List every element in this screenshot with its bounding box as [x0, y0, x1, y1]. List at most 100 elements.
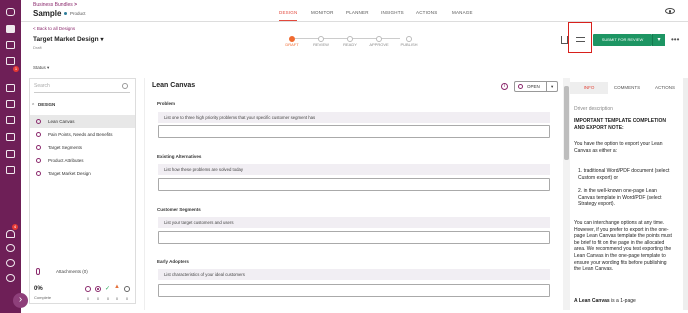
question-label: Problem [157, 101, 176, 106]
sidebar-item-target-segments[interactable]: Target Segments [30, 141, 135, 154]
step-approve-dot [376, 35, 382, 42]
sidebar-item-pain-points[interactable]: Pain Points, Needs and Benefits [30, 128, 135, 141]
sidebar-item-target-market-design[interactable]: Target Market Design [30, 167, 135, 180]
settings-icon[interactable] [6, 259, 15, 267]
tab-insights[interactable]: INSIGHTS [381, 10, 404, 15]
tab-actions-panel[interactable]: ACTIONS [646, 82, 684, 94]
step-review: REVIEW [313, 42, 329, 47]
step-draft: DRAFT [285, 42, 299, 47]
panel-scrollbar[interactable] [683, 78, 688, 310]
para1: You have the option to export your Lean … [574, 141, 663, 154]
users-icon[interactable] [6, 166, 15, 174]
circle-icon [36, 171, 41, 176]
circle-icon [36, 132, 41, 137]
expand-nav-button[interactable]: › [13, 293, 28, 308]
page-title: Sample [33, 9, 62, 18]
driver-heading: Driver description [574, 106, 613, 112]
profile-icon[interactable] [6, 274, 15, 282]
question-label: Customer Segments [157, 207, 201, 212]
complete-check-icon: ✓ [105, 286, 111, 292]
top-header: Business Bundles > Sample Product DESIGN… [21, 0, 688, 22]
count-in-progress: 0 [96, 296, 100, 301]
collapse-icon[interactable]: ⌃ [31, 103, 35, 109]
section-label: DESIGN [38, 102, 56, 107]
breadcrumb[interactable]: Business Bundles > [33, 2, 77, 8]
search-icon[interactable] [122, 83, 128, 89]
open-status-dropdown[interactable]: OPEN ▾ [514, 81, 558, 92]
design-title[interactable]: Target Market Design ▾ [33, 36, 103, 43]
step-review-dot [318, 35, 324, 42]
count-blocked: 0 [125, 296, 129, 301]
document-icon[interactable] [6, 100, 15, 108]
info-panel: INFO COMMENTS ACTIONS Driver description… [570, 78, 685, 310]
left-nav: 1 4 [0, 0, 21, 313]
product-dot-icon [64, 12, 67, 15]
product-label: Product [70, 11, 86, 16]
step-ready: READY [343, 42, 357, 47]
sidebar-item-product-attributes[interactable]: Product Attributes [30, 154, 135, 167]
filter-icon[interactable] [576, 37, 585, 39]
search-input[interactable]: Search [34, 83, 130, 93]
customer-segments-input[interactable] [158, 231, 550, 244]
design-state: Draft [33, 45, 42, 50]
attachments-label[interactable]: Attachments (0) [56, 269, 88, 274]
info-icon[interactable]: i [501, 83, 508, 90]
bell-icon[interactable] [6, 230, 15, 238]
canvas-title: Lean Canvas [152, 82, 196, 89]
back-link[interactable]: < Back to all Designs [33, 26, 75, 31]
circle-icon [36, 158, 41, 163]
step-ready-dot [347, 35, 353, 42]
tab-monitor[interactable]: MONITOR [311, 10, 334, 15]
circle-icon [36, 145, 41, 150]
list-item-2: 2. in the well-known one-page Lean Canva… [578, 188, 662, 208]
tab-design[interactable]: DESIGN [279, 10, 298, 21]
filter-icon-line [576, 41, 585, 43]
sidebar: Search ⌃ DESIGN Lean Canvas Pain Points,… [29, 78, 136, 304]
not-started-icon [85, 286, 91, 292]
count-warning: 0 [115, 296, 119, 301]
question-label: Existing Alternatives [157, 154, 202, 159]
step-publish: PUBLISH [400, 42, 418, 47]
warning-icon: ▲ [114, 284, 120, 290]
para2: You can interchange options at any time.… [574, 220, 672, 273]
export-icon[interactable] [561, 36, 568, 44]
scrollbar-thumb[interactable] [564, 86, 569, 160]
paperclip-icon [36, 268, 40, 275]
tab-comments[interactable]: COMMENTS [608, 82, 646, 94]
problem-input[interactable] [158, 125, 550, 138]
step-publish-dot [406, 35, 412, 42]
sidebar-item-lean-canvas[interactable]: Lean Canvas [30, 115, 135, 128]
progress-percent: 0% [34, 286, 43, 292]
eye-icon[interactable] [665, 8, 675, 14]
tab-planner[interactable]: PLANNER [346, 10, 369, 15]
question-hint: List your target customers and users [158, 217, 550, 228]
list-item-1: 1. traditional Word/PDF document (select… [578, 168, 670, 181]
grid-icon[interactable] [6, 116, 15, 124]
tab-info[interactable]: INFO [570, 82, 608, 94]
calendar-icon[interactable] [6, 41, 15, 49]
list-icon[interactable] [6, 57, 15, 65]
home-icon[interactable] [6, 8, 15, 16]
canvas-panel: Lean Canvas i OPEN ▾ Problem List one to… [144, 78, 561, 310]
question-hint: List how these problems are solved today [158, 164, 550, 175]
mail-icon[interactable] [6, 150, 15, 158]
bell-badge: 4 [12, 224, 18, 230]
existing-alternatives-input[interactable] [158, 178, 550, 191]
question-label: Early Adopters [157, 259, 189, 264]
help-icon[interactable] [6, 244, 15, 252]
blocked-icon [124, 286, 130, 292]
more-options-icon[interactable]: ••• [671, 35, 679, 44]
briefcase-icon[interactable] [6, 25, 15, 33]
early-adopters-input[interactable] [158, 284, 550, 297]
tab-manage[interactable]: MANAGE [452, 10, 473, 15]
step-approve: APPROVE [369, 42, 389, 47]
submit-for-review-button[interactable]: SUBMIT FOR REVIEW [593, 34, 652, 46]
status-filter[interactable]: Status ▾ [33, 65, 49, 71]
chart-icon[interactable] [6, 84, 15, 92]
tab-actions[interactable]: ACTIONS [416, 10, 437, 15]
submit-dropdown-button[interactable]: ▾ [652, 34, 665, 46]
folder-icon[interactable] [6, 133, 15, 141]
count-not-started: 0 [86, 296, 90, 301]
note-title: IMPORTANT TEMPLATE COMPLETION AND EXPORT… [574, 118, 667, 131]
chevron-down-icon: ▾ [546, 82, 553, 91]
